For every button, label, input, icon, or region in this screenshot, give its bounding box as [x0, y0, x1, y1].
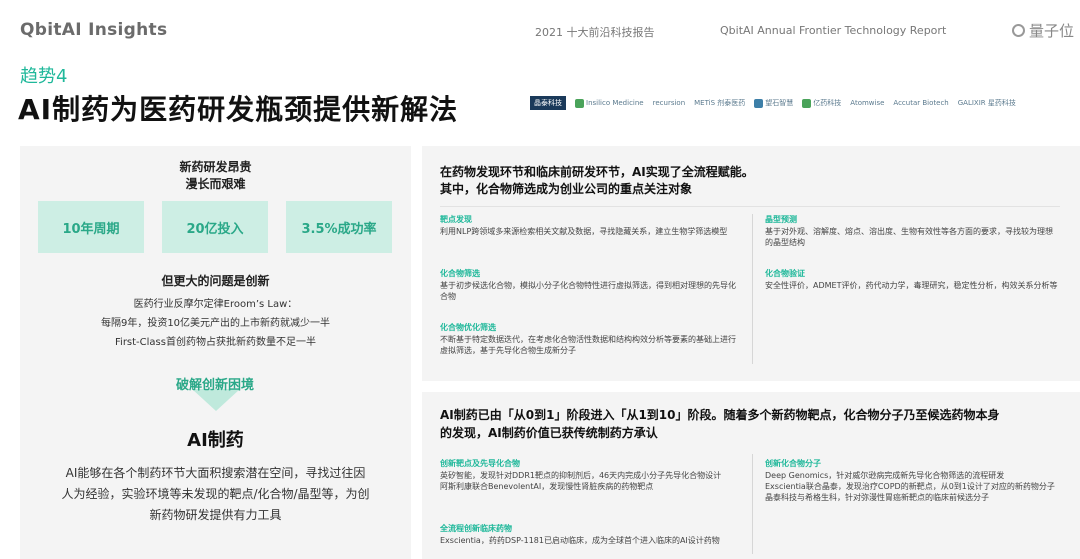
stage-heading: AI制药已由「从0到1」阶段进入「从1到10」阶段。随着多个新药物靶点，化合物分…	[440, 408, 1000, 440]
ai-pharma-title: AI制药	[187, 430, 244, 451]
report-title-cn: 2021 十大前沿科技报告	[535, 26, 655, 39]
item-compound-optimization: 化合物优化筛选 不断基于特定数据迭代，在考虑化合物活性数据和结构构效分析等要素的基…	[440, 323, 736, 355]
partner-logo-4: METiS 剂泰医药	[694, 99, 746, 107]
logo-ring-icon	[1012, 24, 1025, 37]
item-innovative-targets: 创新靶点及先导化合物 英矽智能，发现针对DDR1靶点的抑制剂后，46天内完成小分子…	[440, 459, 722, 491]
logo-text: 量子位	[1029, 22, 1075, 40]
item-crystal-prediction: 晶型预测 基于对外观、溶解度、熔点、溶出度、生物有效性等各方面的要求，寻找较为理想…	[765, 215, 1053, 247]
heading-divider	[440, 206, 1060, 207]
item-compound-screening: 化合物筛选 基于初步候选化合物，模拟小分子化合物特性进行虚拟筛选，得到相对理想的先…	[440, 269, 736, 301]
column-divider	[752, 214, 753, 364]
cost-heading-1: 新药研发昂贵	[179, 160, 252, 174]
partner-logo-5: 望石智慧	[754, 98, 793, 108]
trend-label: 趋势4	[20, 66, 68, 87]
stat-success-rate: 3.5%成功率	[286, 201, 392, 253]
stat-investment: 20亿投入	[162, 201, 268, 253]
column-divider	[752, 454, 753, 554]
item-target-discovery: 靶点发现 利用NLP跨领域多来源检索相关文献及数据，寻找隐藏关系，建立生物学筛选模…	[440, 215, 728, 236]
partner-logo-3: recursion	[652, 99, 686, 107]
partner-logo-1: 晶泰科技	[530, 96, 566, 110]
logo-mark-icon	[754, 98, 764, 108]
logo-mark-icon	[802, 98, 812, 108]
qbitai-logo: 量子位	[1012, 20, 1074, 41]
eroom-line-2: 每隔9年，投资10亿美元产出的上市新药就减少一半	[100, 318, 331, 329]
item-innovative-compounds: 创新化合物分子 Deep Genomics，针对威尔逊病完成新先导化合物筛选的流程…	[765, 459, 1055, 502]
logo-mark-icon	[575, 98, 584, 108]
partner-logo-7: Atomwise	[850, 99, 885, 107]
item-clinical-drug: 全流程创新临床药物 Exscientia，药药DSP-1181已启动临床，成为全球…	[440, 524, 720, 545]
right-bottom-panel: AI制药已由「从0到1」阶段进入「从1到10」阶段。随着多个新药物靶点，化合物分…	[422, 392, 1080, 559]
partner-logo-9: GALIXIR 星药科技	[957, 99, 1016, 107]
stat-cycle: 10年周期	[38, 201, 144, 253]
partner-logo-6: 亿药科技	[802, 98, 841, 108]
partner-logo-2: Insilico Medicine	[575, 98, 644, 108]
partner-logo-8: Accutar Biotech	[893, 99, 949, 107]
left-panel: 新药研发昂贵 漫长而艰难 10年周期 20亿投入 3.5%成功率 但更大的问题是…	[20, 146, 411, 559]
top-bar: QbitAI Insights 2021 十大前沿科技报告 QbitAI Ann…	[0, 0, 1080, 58]
brand-name: QbitAI Insights	[20, 20, 168, 40]
page-title: AI制药为医药研发瓶颈提供新解法	[18, 93, 459, 126]
item-compound-validation: 化合物验证 安全性评价，ADMET评价，药代动力学，毒理研究，稳定性分析，构效关系…	[765, 269, 1058, 290]
breakthrough-label: 破解创新困境	[175, 378, 254, 393]
eroom-line-1: 医药行业反摩尔定律Eroom’s Law：	[133, 299, 298, 310]
full-process-heading: 在药物发现环节和临床前研发环节，AI实现了全流程赋能。 其中，化合物筛选成为创业…	[440, 165, 754, 196]
cost-heading-2: 漫长而艰难	[185, 177, 246, 191]
right-top-panel: 在药物发现环节和临床前研发环节，AI实现了全流程赋能。 其中，化合物筛选成为创业…	[422, 146, 1080, 381]
eroom-line-3: First-Class首创药物占获批新药数量不足一半	[115, 337, 316, 348]
partner-logos: 晶泰科技 Insilico Medicine recursion METiS 剂…	[530, 94, 1075, 112]
ai-pharma-description: AI能够在各个制药环节大面积搜索潜在空间，寻找过往因人为经验，实验环境等未发现的…	[61, 466, 370, 522]
report-title-en: QbitAI Annual Frontier Technology Report	[720, 24, 947, 37]
innovation-heading: 但更大的问题是创新	[161, 274, 270, 288]
